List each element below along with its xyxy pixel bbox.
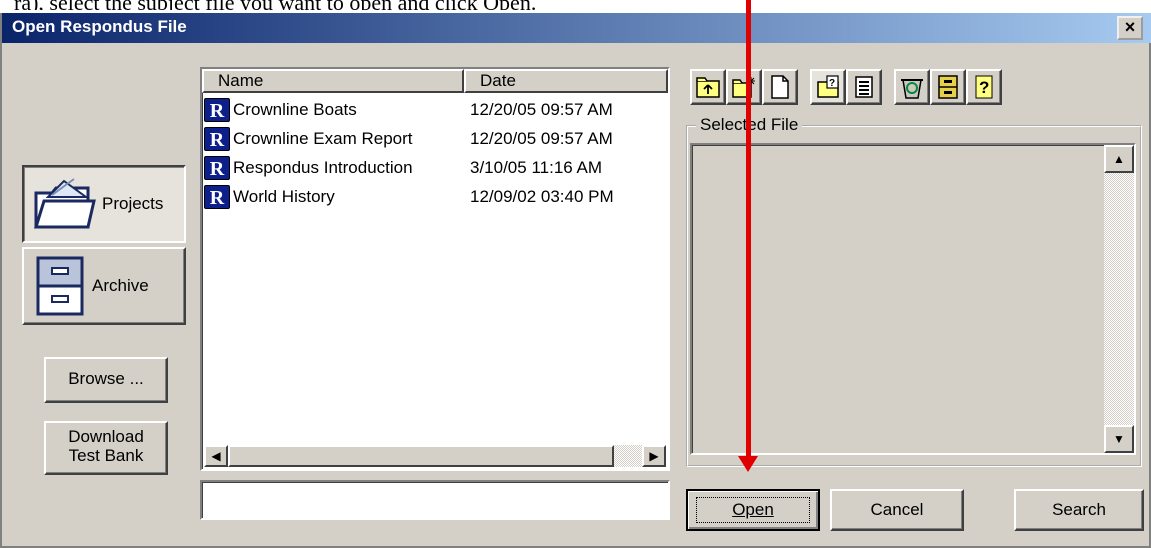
file-row[interactable]: R World History 12/09/02 03:40 PM — [204, 182, 666, 211]
svg-text:?: ? — [979, 78, 989, 97]
title-bar: Open Respondus File × — [2, 13, 1151, 43]
file-row[interactable]: R Crownline Boats 12/20/05 09:57 AM — [204, 95, 666, 124]
details-view-icon — [855, 76, 873, 98]
file-date: 12/09/02 03:40 PM — [470, 186, 614, 206]
recycle-icon — [901, 79, 923, 99]
help-button[interactable]: ? — [966, 69, 1002, 105]
annotation-arrow-line — [746, 0, 751, 458]
file-date: 3/10/05 11:16 AM — [470, 157, 603, 177]
folder-up-button[interactable] — [690, 69, 726, 105]
download-test-bank-button[interactable]: Download Test Bank — [44, 421, 168, 475]
archive-box-button[interactable] — [930, 69, 966, 105]
respondus-file-icon: R — [204, 97, 230, 122]
file-name: Crownline Boats — [233, 99, 357, 119]
folder-up-icon — [696, 77, 720, 98]
archive-label: Archive — [92, 276, 149, 295]
list-header: Name Date — [202, 69, 668, 93]
respondus-file-icon: R — [204, 126, 230, 151]
search-label: Search — [1052, 500, 1106, 519]
open-button[interactable]: Open — [686, 489, 820, 531]
file-name: Crownline Exam Report — [233, 128, 413, 148]
help-icon: ? — [975, 75, 993, 99]
file-list[interactable]: Name Date R Crownline Boats 12/20/05 09:… — [200, 67, 670, 471]
scroll-right-icon[interactable]: ▶ — [642, 445, 666, 467]
close-icon: × — [1124, 17, 1136, 37]
file-date: 12/20/05 09:57 AM — [470, 128, 613, 148]
column-header-name[interactable]: Name — [202, 69, 464, 93]
new-folder-icon — [732, 77, 755, 98]
close-button[interactable]: × — [1117, 16, 1143, 40]
scroll-up-icon[interactable]: ▲ — [1104, 145, 1134, 173]
svg-text:?: ? — [829, 78, 835, 89]
new-folder-button[interactable] — [726, 69, 762, 105]
dialog-title: Open Respondus File — [12, 17, 187, 36]
search-button[interactable]: Search — [1014, 489, 1144, 531]
file-name: World History — [233, 186, 335, 206]
filename-input[interactable] — [200, 480, 670, 520]
document-text-fragment: ra), select the subject file you want to… — [0, 0, 1151, 10]
cancel-button[interactable]: Cancel — [830, 489, 964, 531]
vertical-scroll-track[interactable] — [1104, 173, 1134, 425]
file-cabinet-icon — [36, 256, 84, 316]
annotation-arrow-head — [738, 456, 758, 472]
file-name: Respondus Introduction — [233, 157, 413, 177]
selected-file-preview[interactable]: ▲ ▼ — [690, 143, 1136, 455]
open-file-dialog: Open Respondus File × Projects Archive B… — [0, 13, 1151, 548]
recycle-button[interactable] — [894, 69, 930, 105]
vertical-scrollbar[interactable]: ▲ ▼ — [1104, 145, 1134, 453]
column-header-date[interactable]: Date — [464, 69, 668, 93]
focus-rectangle — [696, 497, 810, 523]
browse-button[interactable]: Browse ... — [44, 357, 168, 403]
archive-box-icon — [938, 75, 958, 99]
browse-label: Browse ... — [68, 369, 144, 388]
new-file-icon — [771, 75, 789, 99]
scroll-track[interactable] — [228, 445, 642, 467]
download-label-line-2: Test Bank — [68, 446, 144, 465]
properties-button[interactable]: ? — [810, 69, 846, 105]
cancel-label: Cancel — [870, 500, 924, 519]
file-date: 12/20/05 09:57 AM — [470, 99, 613, 119]
archive-button[interactable]: Archive — [22, 247, 186, 325]
projects-label: Projects — [102, 194, 164, 213]
respondus-file-icon: R — [204, 184, 230, 209]
scroll-down-icon[interactable]: ▼ — [1104, 425, 1134, 453]
folder-icon — [33, 178, 96, 229]
horizontal-scrollbar[interactable]: ◀ ▶ — [204, 445, 666, 467]
respondus-file-icon: R — [204, 155, 230, 180]
details-view-button[interactable] — [846, 69, 882, 105]
file-row[interactable]: R Respondus Introduction 3/10/05 11:16 A… — [204, 153, 666, 182]
new-file-button[interactable] — [762, 69, 798, 105]
download-label-line-1: Download — [68, 427, 144, 446]
scroll-thumb[interactable] — [228, 445, 614, 467]
projects-button[interactable]: Projects — [22, 165, 186, 243]
properties-icon: ? — [817, 75, 839, 98]
file-row[interactable]: R Crownline Exam Report 12/20/05 09:57 A… — [204, 124, 666, 153]
file-rows: R Crownline Boats 12/20/05 09:57 AM R Cr… — [204, 95, 666, 211]
scroll-left-icon[interactable]: ◀ — [204, 445, 228, 467]
